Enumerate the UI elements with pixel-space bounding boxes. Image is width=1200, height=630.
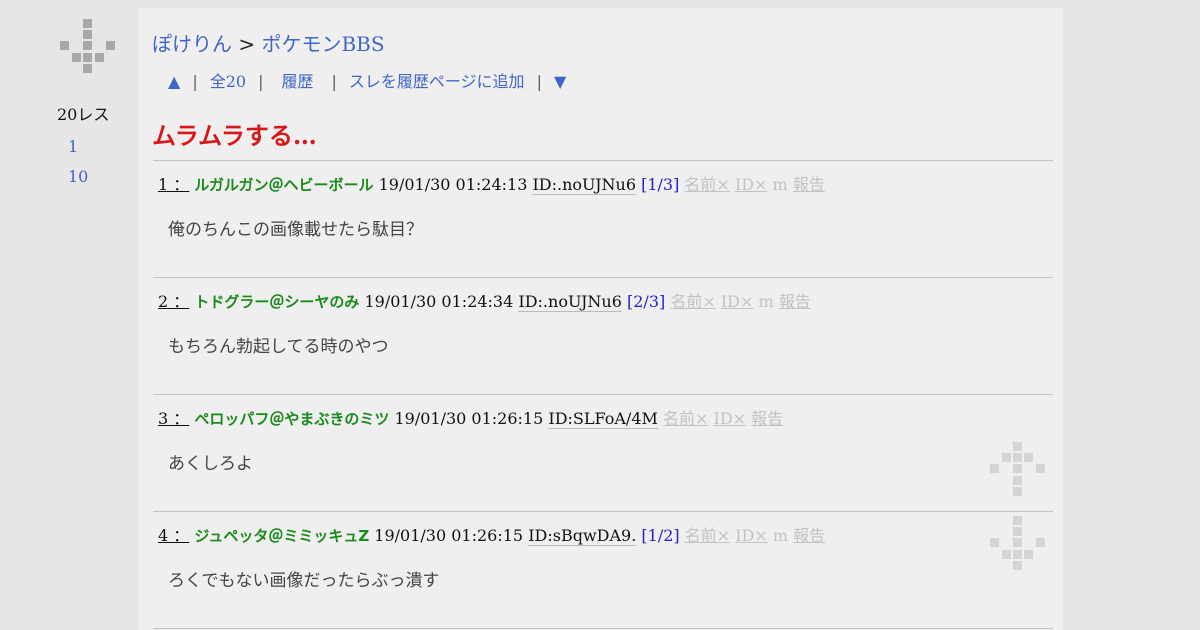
site-logo-icon[interactable] <box>60 19 115 73</box>
post-date: 19/01/30 01:24:13 <box>378 175 528 194</box>
post-body: あくしろよ <box>168 454 253 474</box>
m-link[interactable]: m <box>773 175 788 194</box>
poster-id[interactable]: ID:SLFoA/4M <box>548 409 658 429</box>
report-link[interactable]: 報告 <box>779 292 811 311</box>
post-date: 19/01/30 01:26:15 <box>374 526 524 545</box>
poster-name: ジュペッタ＠ミミッキュZ <box>194 527 370 545</box>
poster-id[interactable]: ID:.noUJNu6 <box>518 292 622 312</box>
post-divider <box>153 160 1053 161</box>
thread-panel: ぽけりん > ポケモンBBS ▲ | 全20 | 履歴 | スレを履歴ページに追加 | ▼ ムラ… <box>138 8 1063 630</box>
nav-separator: | <box>192 72 198 91</box>
hide-id-link[interactable]: ID× <box>714 409 747 428</box>
poster-id[interactable]: ID:.noUJNu6 <box>532 175 636 195</box>
post-count-badge: [1/3] <box>641 175 680 194</box>
jump-link-1[interactable]: 1 <box>68 137 78 156</box>
hide-id-link[interactable]: ID× <box>735 175 768 194</box>
res-count: 20レス <box>57 105 110 124</box>
nav-separator: | <box>258 72 264 91</box>
hide-id-link[interactable]: ID× <box>735 526 768 545</box>
m-link[interactable]: m <box>759 292 774 311</box>
breadcrumb-board-link[interactable]: ポケモンBBS <box>261 32 384 56</box>
report-link[interactable]: 報告 <box>751 409 783 428</box>
hide-name-link[interactable]: 名前× <box>670 292 715 311</box>
post-body: ろくでもない画像だったらぶっ潰す <box>168 571 440 591</box>
post-header: 2 ： トドグラー＠シーヤのみ 19/01/30 01:24:34 ID:.no… <box>158 288 811 312</box>
history-link[interactable]: 履歴 <box>281 72 313 91</box>
post-number-link[interactable]: 1 ： <box>158 175 189 194</box>
post-number-link[interactable]: 2 ： <box>158 292 189 311</box>
breadcrumb-separator: > <box>232 32 262 56</box>
post-date: 19/01/30 01:26:15 <box>394 409 544 428</box>
post-header: 4 ： ジュペッタ＠ミミッキュZ 19/01/30 01:26:15 ID:sB… <box>158 522 825 546</box>
poster-name: ペロッパフ＠やまぶきのミツ <box>194 410 390 428</box>
post-header: 1 ： ルガルガン＠ヘビーボール 19/01/30 01:24:13 ID:.n… <box>158 171 825 195</box>
decorative-mark-icon <box>990 516 1045 570</box>
hide-name-link[interactable]: 名前× <box>685 526 730 545</box>
post-count-badge: [1/2] <box>641 526 680 545</box>
decorative-mark-icon <box>990 442 1045 496</box>
post-divider <box>153 511 1053 512</box>
nav-separator: | <box>536 72 542 91</box>
poster-id[interactable]: ID:sBqwDA9. <box>528 526 637 546</box>
post-body: もちろん勃起してる時のやつ <box>168 337 389 357</box>
post-number-link[interactable]: 3 ： <box>158 409 189 428</box>
report-link[interactable]: 報告 <box>793 175 825 194</box>
poster-name: トドグラー＠シーヤのみ <box>194 293 360 311</box>
post-body: 俺のちんこの画像載せたら駄目？ <box>168 220 423 240</box>
post-divider <box>153 277 1053 278</box>
post-header: 3 ： ペロッパフ＠やまぶきのミツ 19/01/30 01:26:15 ID:S… <box>158 405 783 429</box>
post-divider <box>153 394 1053 395</box>
scroll-down-icon[interactable]: ▼ <box>554 72 566 91</box>
hide-name-link[interactable]: 名前× <box>684 175 729 194</box>
thread-title: ムラムラする… <box>152 121 317 150</box>
post-date: 19/01/30 01:24:34 <box>364 292 514 311</box>
m-link[interactable]: m <box>773 526 788 545</box>
thread-nav: ▲ | 全20 | 履歴 | スレを履歴ページに追加 | ▼ <box>168 68 566 92</box>
scroll-up-icon[interactable]: ▲ <box>168 72 180 91</box>
post-count-badge: [2/3] <box>627 292 666 311</box>
breadcrumb: ぽけりん > ポケモンBBS <box>152 28 385 57</box>
post-divider <box>153 628 1053 629</box>
hide-id-link[interactable]: ID× <box>721 292 754 311</box>
nav-separator: | <box>331 72 337 91</box>
jump-link-10[interactable]: 10 <box>68 167 88 186</box>
report-link[interactable]: 報告 <box>793 526 825 545</box>
post-number-link[interactable]: 4 ： <box>158 526 189 545</box>
add-to-history-link[interactable]: スレを履歴ページに追加 <box>349 72 525 91</box>
show-all-link[interactable]: 全20 <box>210 72 246 91</box>
breadcrumb-site-link[interactable]: ぽけりん <box>152 32 232 56</box>
hide-name-link[interactable]: 名前× <box>663 409 708 428</box>
poster-name: ルガルガン＠ヘビーボール <box>194 176 374 194</box>
